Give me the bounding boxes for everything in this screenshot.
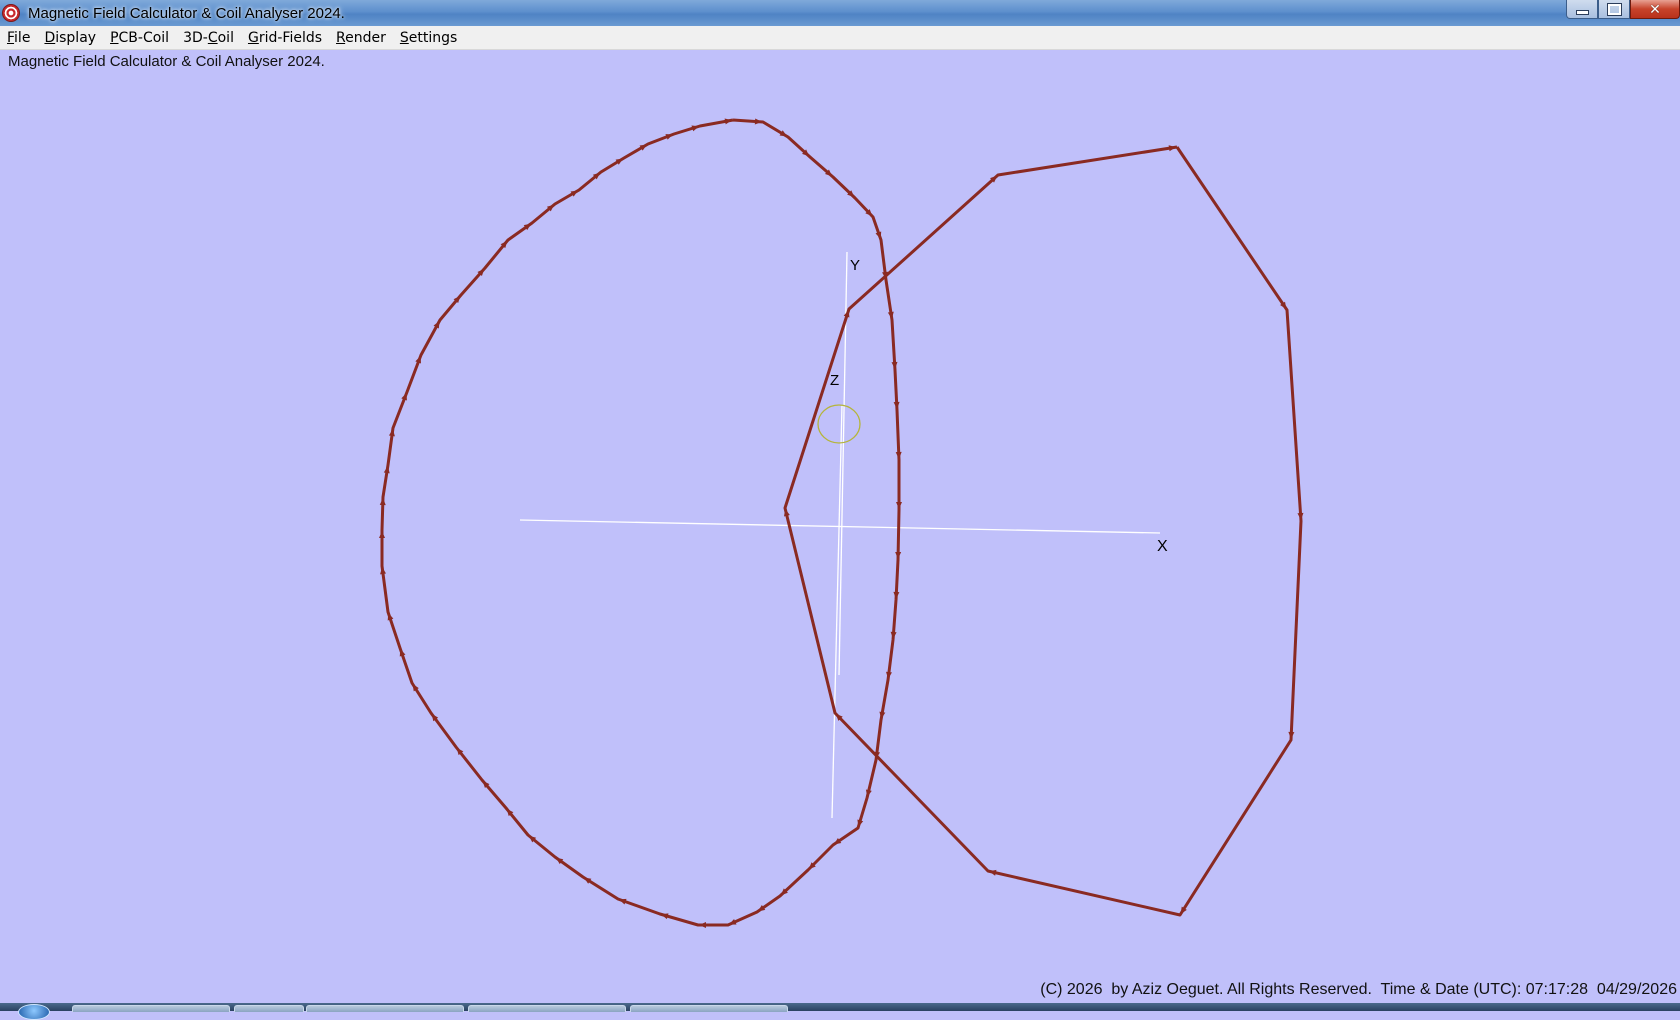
x-axis	[519, 519, 1161, 534]
direction-arrow-icon	[754, 118, 763, 125]
direction-arrow-icon	[415, 355, 421, 364]
direction-arrow-icon	[890, 631, 897, 640]
direction-arrow-icon	[893, 401, 900, 410]
direction-arrow-icon	[401, 392, 407, 401]
direction-arrow-icon	[893, 591, 900, 600]
direction-arrow-icon	[665, 134, 674, 140]
direction-arrow-icon	[379, 531, 385, 538]
direction-arrow-icon	[379, 497, 386, 506]
direction-arrow-icon	[857, 819, 864, 828]
coil-viewport[interactable]: X Y Z	[0, 0, 1680, 1011]
direction-arrow-icon	[691, 125, 700, 132]
y-axis-label: Y	[850, 257, 860, 274]
direction-arrow-icon	[387, 612, 394, 621]
direction-arrow-icon	[875, 231, 882, 240]
direction-arrow-icon	[618, 898, 627, 905]
direction-arrow-icon	[1297, 512, 1304, 521]
direction-arrow-icon	[891, 361, 898, 370]
start-button[interactable]	[18, 1004, 50, 1020]
direction-arrow-icon	[1288, 731, 1295, 740]
direction-arrow-icon	[660, 913, 669, 920]
direction-arrow-icon	[699, 922, 706, 928]
direction-arrow-icon	[399, 648, 406, 657]
origin-marker	[817, 404, 861, 444]
x-axis-label: X	[1157, 538, 1168, 555]
direction-arrow-icon	[896, 502, 902, 509]
direction-arrow-icon	[895, 551, 902, 560]
z-axis-label: Z	[830, 372, 839, 389]
direction-arrow-icon	[843, 309, 850, 318]
taskbar	[0, 1003, 1680, 1020]
status-footer: (C) 2026 by Aziz Oeguet. All Rights Rese…	[1040, 981, 1677, 998]
coil-left	[379, 118, 902, 928]
direction-arrow-icon	[895, 451, 902, 460]
